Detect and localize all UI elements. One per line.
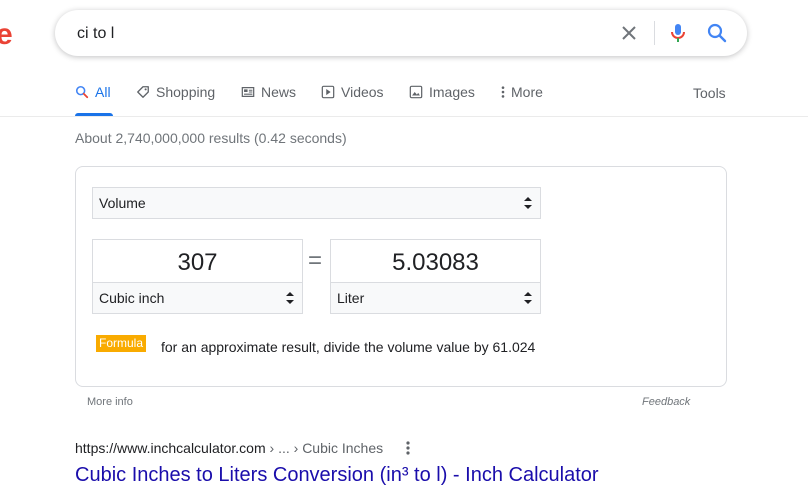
tab-label: Shopping [156, 84, 216, 100]
select-arrows-icon [524, 197, 532, 209]
result-url[interactable]: https://www.inchcalculator.com › ... › C… [75, 440, 383, 456]
from-unit-select[interactable]: Cubic inch [93, 282, 302, 313]
formula-text: for an approximate result, divide the vo… [161, 339, 536, 355]
tab-label: Videos [341, 84, 384, 100]
tools-button[interactable]: Tools [693, 85, 726, 101]
tab-videos[interactable]: Videos [321, 84, 384, 100]
to-unit-select[interactable]: Liter [331, 282, 540, 313]
microphone-icon[interactable] [666, 21, 690, 45]
from-unit-value: Cubic inch [99, 290, 165, 306]
select-arrows-icon [524, 292, 532, 304]
search-input[interactable] [75, 10, 599, 58]
category-select-value: Volume [99, 195, 146, 211]
search-box-divider [654, 21, 655, 45]
tab-news[interactable]: News [241, 84, 296, 100]
equals-sign: = [308, 247, 323, 274]
result-url-breadcrumb: › ... › Cubic Inches [265, 440, 384, 456]
newspaper-icon [241, 87, 255, 97]
result-url-base: https://www.inchcalculator.com [75, 440, 266, 456]
to-value-input[interactable] [331, 240, 540, 282]
formula-badge: Formula [96, 335, 147, 352]
tab-all[interactable]: All [75, 84, 111, 100]
play-icon [321, 85, 335, 99]
from-value-input[interactable] [93, 240, 302, 282]
kebab-icon [501, 86, 505, 98]
select-arrows-icon [286, 292, 294, 304]
search-icon[interactable] [705, 21, 729, 45]
from-unit-box: Cubic inch [92, 239, 303, 314]
tab-shopping[interactable]: Shopping [136, 84, 215, 100]
tag-icon [137, 86, 149, 98]
tab-more[interactable]: More [499, 84, 543, 100]
tab-label: All [95, 84, 111, 100]
tab-images[interactable]: Images [409, 84, 475, 100]
to-unit-value: Liter [337, 290, 365, 306]
result-title-link[interactable]: Cubic Inches to Liters Conversion (in³ t… [75, 464, 599, 487]
image-icon [409, 85, 423, 99]
category-select[interactable]: Volume [92, 187, 541, 219]
clear-icon[interactable] [617, 21, 641, 45]
tabs-divider [0, 116, 808, 117]
search-icon [75, 85, 89, 99]
feedback-link[interactable]: Feedback [642, 396, 690, 408]
search-box[interactable] [55, 10, 747, 58]
more-info-link[interactable]: More info [87, 396, 133, 408]
tab-label: Images [429, 84, 475, 100]
unit-converter-card: Volume Cubic inch = Liter Formula for an… [75, 166, 727, 387]
to-unit-box: Liter [330, 239, 541, 314]
google-logo-fragment[interactable]: e [0, 18, 13, 52]
tab-label: News [261, 84, 297, 100]
result-options-kebab-icon[interactable] [402, 440, 414, 456]
result-stats: About 2,740,000,000 results (0.42 second… [75, 130, 347, 146]
tab-label: More [511, 84, 543, 100]
